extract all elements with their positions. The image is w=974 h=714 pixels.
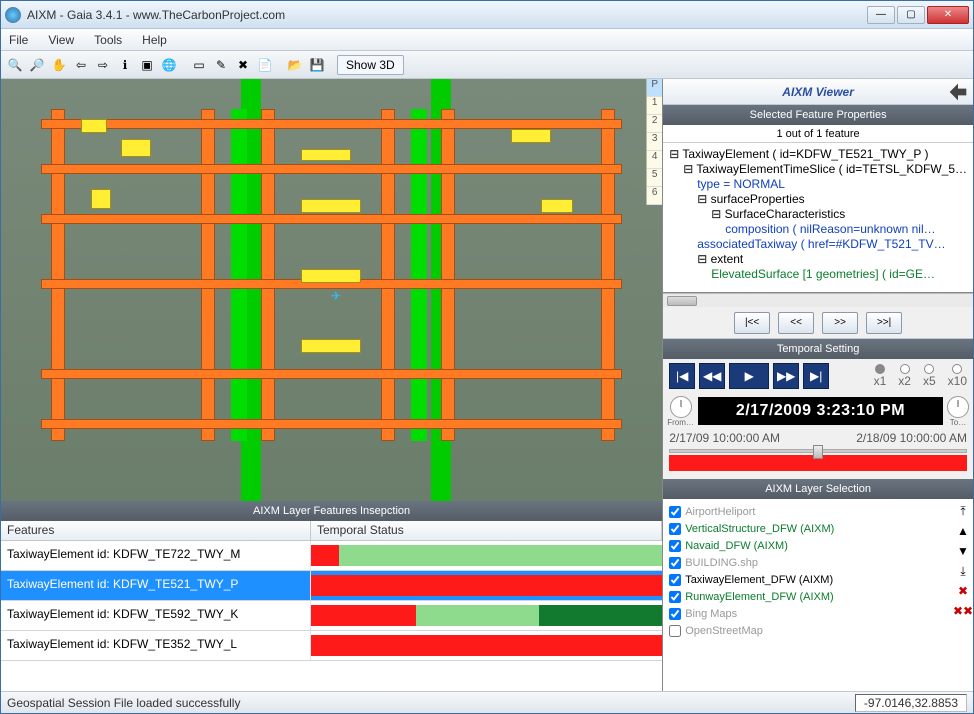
info-icon[interactable]: ℹ: [115, 55, 135, 75]
page-tab-p[interactable]: P: [647, 79, 662, 97]
nav-prev-button[interactable]: <<: [778, 312, 814, 334]
status-message: Geospatial Session File loaded successfu…: [7, 696, 240, 710]
table-row[interactable]: TaxiwayElement id: KDFW_TE352_TWY_L: [1, 631, 662, 661]
menu-help[interactable]: Help: [142, 33, 167, 47]
nav-first-button[interactable]: |<<: [734, 312, 770, 334]
save-icon[interactable]: 💾: [307, 55, 327, 75]
layer-up-icon[interactable]: ▲: [955, 523, 971, 539]
minimize-button[interactable]: —: [867, 6, 895, 24]
layer-checkbox[interactable]: [669, 523, 681, 535]
map-canvas[interactable]: ✈ P 1 2 3 4 5 6: [1, 79, 662, 501]
layer-item[interactable]: VerticalStructure_DFW (AIXM): [669, 520, 967, 537]
props-header: Selected Feature Properties: [663, 105, 973, 125]
range-end: 2/18/09 10:00:00 AM: [856, 431, 967, 445]
to-clock-button[interactable]: [947, 396, 969, 418]
speed-x5[interactable]: x5: [923, 364, 936, 388]
layers-header: AIXM Layer Selection: [663, 479, 973, 499]
layer-remove-all-icon[interactable]: ✖✖: [955, 603, 971, 619]
export-icon[interactable]: 📄: [255, 55, 275, 75]
inspection-body: TaxiwayElement id: KDFW_TE722_TWY_MTaxiw…: [1, 541, 662, 691]
from-clock-button[interactable]: [670, 396, 692, 418]
layer-item[interactable]: OpenStreetMap: [669, 622, 967, 639]
rewind-button[interactable]: ◀◀: [699, 363, 725, 389]
page-tab-5[interactable]: 5: [647, 169, 662, 187]
tree-scrollbar[interactable]: [663, 293, 973, 307]
viewer-title: AIXM Viewer: [663, 79, 973, 105]
maximize-button[interactable]: ▢: [897, 6, 925, 24]
layer-checkbox[interactable]: [669, 540, 681, 552]
layer-remove-icon[interactable]: ✖: [955, 583, 971, 599]
extent-icon[interactable]: ▣: [137, 55, 157, 75]
page-strip: P 1 2 3 4 5 6: [646, 79, 662, 205]
page-tab-3[interactable]: 3: [647, 133, 662, 151]
menu-tools[interactable]: Tools: [94, 33, 122, 47]
statusbar: Geospatial Session File loaded successfu…: [1, 691, 973, 713]
play-button[interactable]: ▶: [729, 363, 769, 389]
edit-icon[interactable]: ✎: [211, 55, 231, 75]
speed-x10[interactable]: x10: [948, 364, 967, 388]
page-tab-6[interactable]: 6: [647, 187, 662, 205]
col-temporal[interactable]: Temporal Status: [311, 521, 662, 540]
status-coords: -97.0146,32.8853: [855, 694, 967, 712]
page-tab-2[interactable]: 2: [647, 115, 662, 133]
open-icon[interactable]: 📂: [285, 55, 305, 75]
temporal-header: Temporal Setting: [663, 339, 973, 359]
nav-last-button[interactable]: >>|: [866, 312, 902, 334]
skip-end-button[interactable]: ▶|: [803, 363, 829, 389]
pan-icon[interactable]: ✋: [49, 55, 69, 75]
nav-next-button[interactable]: >>: [822, 312, 858, 334]
time-slider[interactable]: [669, 449, 967, 453]
viewer-logo-icon: [947, 82, 969, 102]
forward-button[interactable]: ▶▶: [773, 363, 799, 389]
select-icon[interactable]: ▭: [189, 55, 209, 75]
toolbar: 🔍 🔎 ✋ ⇦ ⇨ ℹ ▣ 🌐 ▭ ✎ ✖ 📄 📂 💾 Show 3D: [1, 51, 973, 79]
timestamp-display: 2/17/2009 3:23:10 PM: [698, 397, 943, 425]
close-button[interactable]: ✕: [927, 6, 969, 24]
show-3d-button[interactable]: Show 3D: [337, 55, 404, 75]
layers-list: ⤒ ▲ ▼ ⤓ ✖ ✖✖ AirportHeliportVerticalStru…: [663, 499, 973, 691]
layer-item[interactable]: TaxiwayElement_DFW (AIXM): [669, 571, 967, 588]
table-row[interactable]: TaxiwayElement id: KDFW_TE521_TWY_P: [1, 571, 662, 601]
layer-down-icon[interactable]: ▼: [955, 543, 971, 559]
layer-item[interactable]: AirportHeliport: [669, 503, 967, 520]
speed-x1[interactable]: x1: [874, 364, 887, 388]
menu-file[interactable]: File: [9, 33, 28, 47]
zoom-out-icon[interactable]: 🔎: [27, 55, 47, 75]
table-row[interactable]: TaxiwayElement id: KDFW_TE722_TWY_M: [1, 541, 662, 571]
speed-x2[interactable]: x2: [898, 364, 911, 388]
delete-icon[interactable]: ✖: [233, 55, 253, 75]
table-row[interactable]: TaxiwayElement id: KDFW_TE592_TWY_K: [1, 601, 662, 631]
back-icon[interactable]: ⇦: [71, 55, 91, 75]
titlebar: AIXM - Gaia 3.4.1 - www.TheCarbonProject…: [1, 1, 973, 29]
layer-item[interactable]: BUILDING.shp: [669, 554, 967, 571]
layer-checkbox[interactable]: [669, 591, 681, 603]
layer-item[interactable]: RunwayElement_DFW (AIXM): [669, 588, 967, 605]
app-window: AIXM - Gaia 3.4.1 - www.TheCarbonProject…: [0, 0, 974, 714]
window-title: AIXM - Gaia 3.4.1 - www.TheCarbonProject…: [27, 8, 867, 22]
property-tree[interactable]: ⊟ TaxiwayElement ( id=KDFW_TE521_TWY_P )…: [663, 143, 973, 293]
globe-icon[interactable]: 🌐: [159, 55, 179, 75]
layer-checkbox[interactable]: [669, 557, 681, 569]
aircraft-icon: ✈: [331, 289, 353, 311]
page-tab-4[interactable]: 4: [647, 151, 662, 169]
page-tab-1[interactable]: 1: [647, 97, 662, 115]
feature-count: 1 out of 1 feature: [663, 125, 973, 143]
layer-checkbox[interactable]: [669, 625, 681, 637]
zoom-in-icon[interactable]: 🔍: [5, 55, 25, 75]
layer-bottom-icon[interactable]: ⤓: [955, 563, 971, 579]
layer-item[interactable]: Bing Maps: [669, 605, 967, 622]
layer-top-icon[interactable]: ⤒: [955, 503, 971, 519]
forward-icon[interactable]: ⇨: [93, 55, 113, 75]
layer-checkbox[interactable]: [669, 506, 681, 518]
layer-item[interactable]: Navaid_DFW (AIXM): [669, 537, 967, 554]
layer-checkbox[interactable]: [669, 574, 681, 586]
inspection-header: AIXM Layer Features Insepction: [1, 501, 662, 521]
menu-view[interactable]: View: [48, 33, 74, 47]
app-icon: [5, 7, 21, 23]
col-features[interactable]: Features: [1, 521, 311, 540]
menubar: File View Tools Help: [1, 29, 973, 51]
skip-start-button[interactable]: |◀: [669, 363, 695, 389]
layer-checkbox[interactable]: [669, 608, 681, 620]
range-start: 2/17/09 10:00:00 AM: [669, 431, 780, 445]
